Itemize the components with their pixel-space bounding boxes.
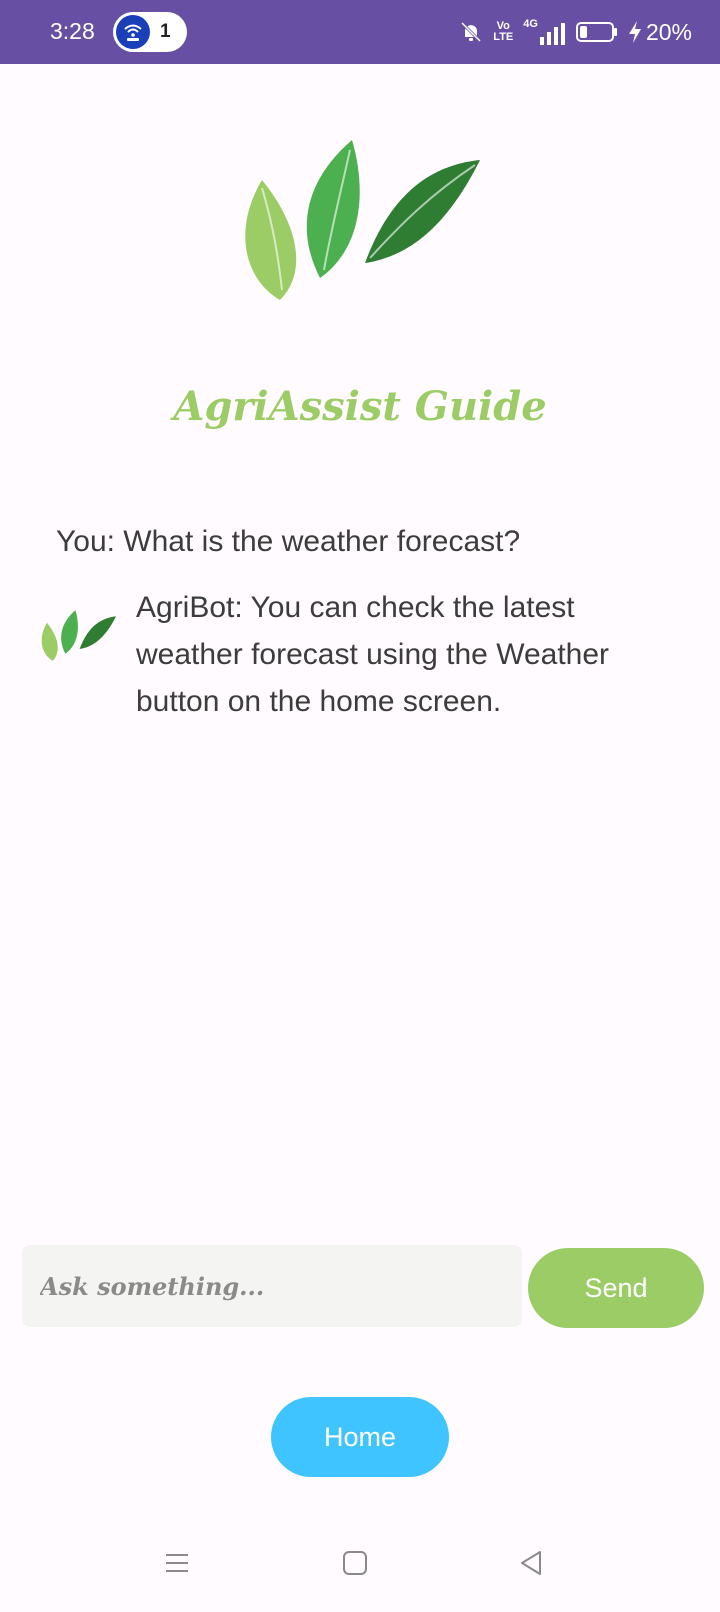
bot-message-row: AgriBot: You can check the latest weathe… <box>41 584 676 725</box>
back-icon[interactable] <box>518 1550 544 1576</box>
battery-level: 20% <box>645 18 692 45</box>
charging-icon <box>628 21 641 43</box>
hotspot-count: 1 <box>160 21 171 42</box>
hotspot-icon <box>116 15 150 49</box>
home-square-icon[interactable] <box>342 1550 368 1576</box>
bot-message: AgriBot: You can check the latest weathe… <box>136 591 610 718</box>
status-icons: Vo LTE 4G 20% <box>449 16 692 48</box>
menu-icon[interactable] <box>164 1550 190 1576</box>
volte-icon: Vo LTE <box>493 20 514 43</box>
status-bar: 3:28 1 Vo LTE 4G 20% <box>0 0 720 64</box>
user-message: You: What is the weather forecast? <box>56 525 521 558</box>
nav-bar <box>0 1530 720 1612</box>
battery-icon <box>575 22 617 42</box>
chat-log: You: What is the weather forecast? AgriB… <box>41 522 676 725</box>
bell-off-icon <box>461 21 482 43</box>
signal-icon: 4G <box>523 19 566 45</box>
hotspot-indicator[interactable]: 1 <box>113 12 187 52</box>
status-time: 3:28 <box>50 18 95 44</box>
leaves-logo <box>245 140 480 300</box>
bot-avatar-leaves-icon <box>41 610 116 661</box>
home-button[interactable]: Home <box>271 1397 449 1477</box>
send-button[interactable]: Send <box>528 1248 704 1328</box>
app-title: AgriAssist Guide <box>173 383 547 430</box>
ask-input[interactable] <box>22 1245 522 1327</box>
